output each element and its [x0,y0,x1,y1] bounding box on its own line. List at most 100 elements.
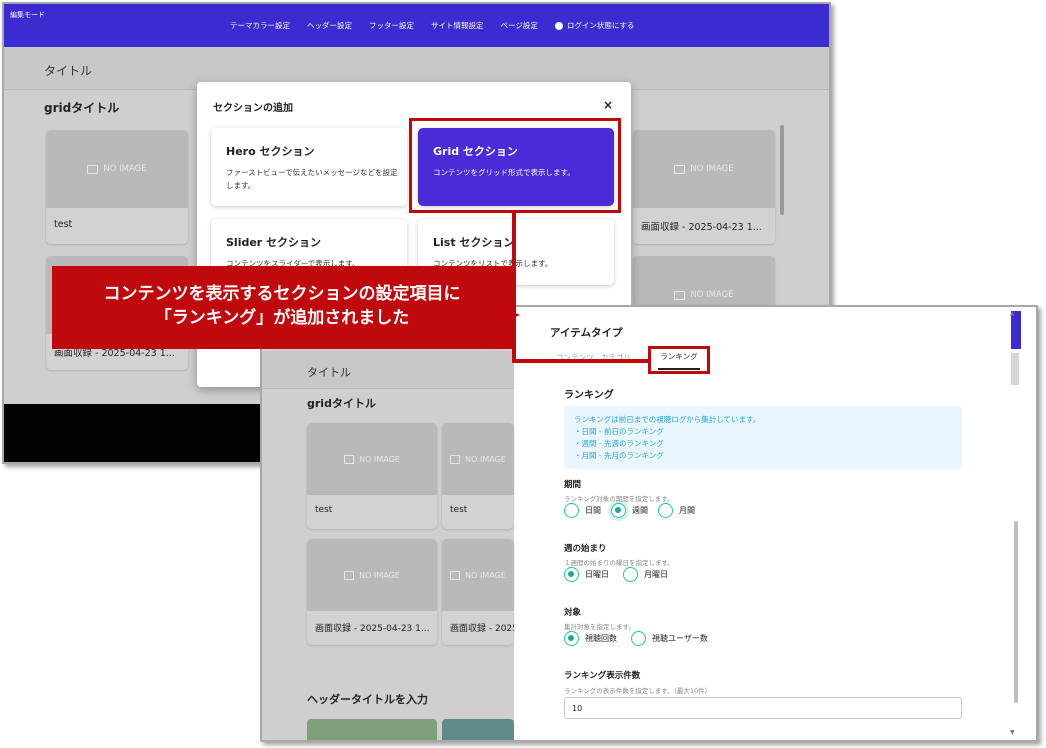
no-image-placeholder: NO IMAGE [307,423,437,495]
image-icon [450,570,461,580]
radio-circle[interactable] [611,503,626,518]
info-line: ・週間 - 先週のランキング [574,439,664,448]
period-label: 期間 [564,480,582,490]
ranking-count-label: ランキング表示件数 [564,671,641,681]
ranking-info-box: ランキングは前日までの視聴ログから集計しています。 ・日間 - 前日のランキング… [564,406,962,469]
period-radio-group: 日間 週間 月間 [564,503,695,518]
scroll-up-arrow-icon[interactable]: ▲ [1010,310,1015,317]
no-image-placeholder: NO IMAGE [46,130,188,208]
image-icon [87,164,99,174]
radio-circle[interactable] [564,631,579,646]
nav-theme-color[interactable]: テーマカラー設定 [230,20,290,31]
info-line: ・月間 - 先月のランキング [574,451,664,460]
radio-label: 日間 [585,506,601,515]
radio-weekly[interactable]: 週間 [611,503,648,518]
radio-circle[interactable] [623,567,638,582]
radio-viewer-count[interactable]: 視聴ユーザー数 [631,631,708,646]
page-title: タイトル [307,366,351,379]
card-title: 画面収録 - 2025-04-23 1... [315,624,430,634]
grid-highlight-box [409,118,621,213]
thumbnail-image [442,719,514,740]
callout-line: コンテンツを表示するセクションの設定項目に [103,284,461,304]
content-card[interactable]: NO IMAGE 画面収録 - 2025-04-23 1... [307,539,437,645]
image-icon [674,290,686,300]
panel-scrollbar[interactable] [1014,521,1018,703]
mode-label: 編集モード [10,11,45,19]
image-icon [344,454,355,464]
annotation-callout: コンテンツを表示するセクションの設定項目に 「ランキング」が追加されました [52,266,512,349]
radio-view-count[interactable]: 視聴回数 [564,631,617,646]
ranking-tab-highlight-box [648,346,710,374]
no-image-label: NO IMAGE [465,570,506,580]
grid-section-title: gridタイトル [44,101,120,115]
no-image-placeholder: NO IMAGE [442,423,514,495]
image-icon [344,570,355,580]
radio-circle[interactable] [631,631,646,646]
section-title: Slider セクション [226,236,322,249]
card-title: test [450,505,468,515]
period-desc: ランキング対象の期間を指定します。 [564,495,674,503]
login-toggle[interactable]: ログイン状態にする [554,20,635,31]
card-title: test [54,219,73,230]
info-line: ランキングは前日までの視聴ログから集計しています。 [574,415,761,424]
radio-daily[interactable]: 日間 [564,503,601,518]
content-card[interactable]: NO IMAGE test [442,423,514,529]
target-radio-group: 視聴回数 視聴ユーザー数 [564,631,708,646]
no-image-placeholder: NO IMAGE [442,539,514,611]
section-desc: ファーストビューで伝えたいメッセージなどを設定します。 [226,168,398,190]
connector-line [512,359,650,363]
thumbnail-image [307,719,437,740]
section-settings-panel: アイテムタイプ コンテンツ カテゴリ ランキング ランキング ランキングは前日ま… [516,307,1011,740]
no-image-placeholder: NO IMAGE [633,130,775,208]
no-image-label: NO IMAGE [690,290,734,300]
section-title: Hero セクション [226,145,315,158]
nav-page-settings[interactable]: ページ設定 [501,20,538,31]
week-start-label: 週の始まり [564,544,607,554]
section-title: List セクション [433,236,515,249]
page-scrollbar[interactable] [780,125,784,215]
no-image-label: NO IMAGE [465,454,506,464]
page-title: タイトル [44,64,93,78]
content-card[interactable]: NO IMAGE 画面収録 - 2025-04-23 1... [633,130,775,244]
week-start-radio-group: 日曜日 月曜日 [564,567,668,582]
modal-title: セクションの追加 [213,103,293,114]
nav-site-info[interactable]: サイト情報設定 [431,20,484,31]
connector-line [512,212,516,363]
page-header: タイトル [262,351,514,389]
ranking-count-input[interactable]: 10 [564,697,962,719]
radio-monday[interactable]: 月曜日 [623,567,668,582]
radio-circle[interactable] [658,503,673,518]
image-icon [674,164,686,174]
nav-footer-settings[interactable]: フッター設定 [369,20,414,31]
scroll-down-arrow-icon[interactable]: ▼ [1010,729,1015,736]
content-card[interactable]: NO IMAGE test [46,130,188,244]
radio-label: 視聴ユーザー数 [652,634,708,643]
target-label: 対象 [564,608,582,618]
content-card[interactable]: NO IMAGE 画面収録 - 2025 [442,539,514,645]
radio-label: 週間 [632,506,648,515]
ranking-count-desc: ランキングの表示件数を指定します。（最大10件） [564,687,712,695]
card-title: 画面収録 - 2025-04-23 1... [641,222,762,233]
header-title-label: ヘッダータイトルを入力 [307,693,428,706]
header-fragment [1011,353,1019,385]
login-label: ログイン状態にする [566,21,635,30]
callout-line: 「ランキング」が追加されました [154,308,410,328]
radio-circle[interactable] [564,567,579,582]
radio-circle[interactable] [564,503,579,518]
radio-label: 月間 [679,506,695,515]
hero-section-option[interactable]: Hero セクション ファーストビューで伝えたいメッセージなどを設定します。 [211,128,407,206]
top-navbar: 編集モード テーマカラー設定 ヘッダー設定 フッター設定 サイト情報設定 ページ… [4,4,829,47]
radio-sunday[interactable]: 日曜日 [564,567,609,582]
card-title: test [315,505,333,515]
card-title: 画面収録 - 2025 [450,624,514,634]
content-card[interactable]: NO IMAGE test [307,423,437,529]
info-line: ・日間 - 前日のランキング [574,427,664,436]
no-image-label: NO IMAGE [359,570,400,580]
settings-nav: テーマカラー設定 ヘッダー設定 フッター設定 サイト情報設定 ページ設定 ログイ… [230,20,634,31]
radio-monthly[interactable]: 月間 [658,503,695,518]
no-image-placeholder: NO IMAGE [307,539,437,611]
user-icon [554,21,563,30]
page-preview: タイトル gridタイトル NO IMAGE test NO IMAGE tes… [262,307,514,740]
nav-header-settings[interactable]: ヘッダー設定 [307,20,352,31]
close-icon[interactable]: × [603,98,613,112]
